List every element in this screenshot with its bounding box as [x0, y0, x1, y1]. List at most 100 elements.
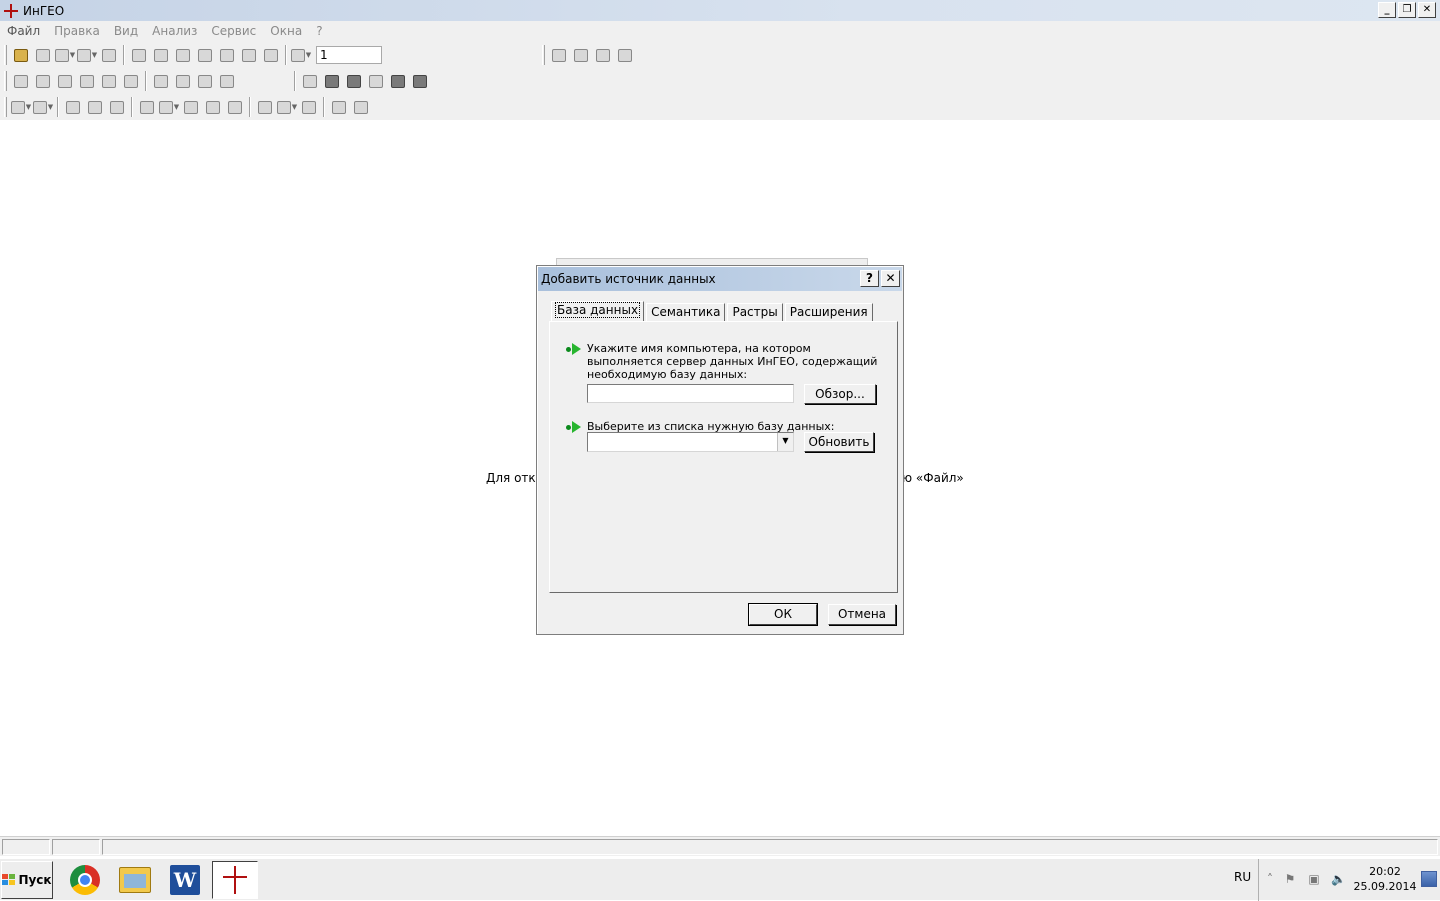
show-desktop-button[interactable] — [1421, 871, 1437, 887]
table-icon[interactable] — [614, 44, 636, 66]
toolbar-edit: ▼ ▼ ▼ ▼ — [0, 94, 372, 120]
windows-flag-icon — [2, 874, 16, 886]
scale-input[interactable]: 1 — [316, 46, 382, 64]
layers-icon[interactable]: ▼ — [54, 44, 76, 66]
cancel-button[interactable]: Отмена — [828, 604, 896, 625]
green-arrow-icon — [566, 343, 582, 355]
edit-split-icon[interactable] — [136, 96, 158, 118]
minimize-button[interactable]: _ — [1378, 2, 1396, 18]
zoom-in-icon[interactable] — [194, 44, 216, 66]
network-icon[interactable]: ▣ — [1307, 872, 1321, 886]
explorer-taskbar-button[interactable] — [112, 861, 158, 899]
clock-time: 20:02 — [1369, 865, 1401, 878]
zoom-previous-icon[interactable] — [260, 44, 282, 66]
dialog-help-button[interactable]: ? — [860, 270, 879, 287]
database-select[interactable]: ▼ — [587, 432, 794, 452]
report-icon[interactable] — [298, 96, 320, 118]
save-icon[interactable] — [32, 44, 54, 66]
dialog-tabs: База данных Семантика Растры Расширения — [551, 301, 875, 322]
dialog-title-bar: Добавить источник данных ? ✕ — [538, 267, 902, 291]
chevron-up-icon[interactable]: ˄ — [1263, 872, 1277, 886]
new-shape-icon[interactable]: ▼ — [32, 96, 54, 118]
add-datasource-dialog: Добавить источник данных ? ✕ База данных… — [536, 265, 904, 635]
filter-objects-icon[interactable] — [592, 44, 614, 66]
open-icon[interactable] — [10, 44, 32, 66]
exclude-icon[interactable] — [387, 70, 409, 92]
taskbar: Пуск W RU ˄ ⚑ ▣ 🔈 20:02 25.09.2014 — [0, 858, 1440, 901]
edit-vertex-icon[interactable] — [62, 96, 84, 118]
edit-delete-icon[interactable] — [106, 96, 128, 118]
select-clear-icon[interactable] — [194, 70, 216, 92]
close-button[interactable]: ✕ — [1418, 2, 1436, 18]
select-frame-icon[interactable] — [128, 44, 150, 66]
edit-join-icon[interactable] — [224, 96, 246, 118]
tab-panel-database: Укажите имя компьютера, на котором выпол… — [549, 321, 898, 593]
select-polygon-icon[interactable] — [98, 70, 120, 92]
pan-hand-icon[interactable] — [150, 44, 172, 66]
intersect-icon[interactable] — [343, 70, 365, 92]
zoom-extent-icon[interactable] — [238, 44, 260, 66]
window-title: ИнГЕО — [23, 3, 65, 18]
union-icon[interactable] — [321, 70, 343, 92]
menu-service[interactable]: Сервис — [211, 24, 256, 38]
attributes-icon[interactable]: ▼ — [276, 96, 298, 118]
menu-file[interactable]: Файл — [7, 24, 40, 38]
pointer-icon[interactable] — [10, 70, 32, 92]
browse-button[interactable]: Обзор... — [804, 384, 876, 404]
semantics-icon[interactable] — [254, 96, 276, 118]
new-object-icon[interactable]: ▼ — [10, 96, 32, 118]
menu-analysis[interactable]: Анализ — [152, 24, 197, 38]
word-taskbar-button[interactable]: W — [162, 861, 208, 899]
tab-database[interactable]: База данных — [551, 301, 645, 322]
title-bar: ИнГЕО _ ❐ ✕ — [0, 0, 1440, 21]
split-icon[interactable] — [409, 70, 431, 92]
tab-rasters[interactable]: Растры — [727, 303, 783, 322]
select-rectangle-icon[interactable] — [54, 70, 76, 92]
toolbar-select — [0, 68, 431, 94]
delete-objects-icon[interactable] — [570, 44, 592, 66]
volume-icon[interactable]: 🔈 — [1331, 872, 1346, 886]
restore-button[interactable]: ❐ — [1398, 2, 1416, 18]
ok-button[interactable]: ОК — [748, 603, 818, 626]
dialog-close-button[interactable]: ✕ — [881, 270, 900, 287]
find-icon[interactable]: ▼ — [76, 44, 98, 66]
chevron-down-icon[interactable]: ▼ — [777, 433, 793, 451]
language-indicator[interactable]: RU — [1234, 870, 1251, 884]
zoom-window-icon[interactable] — [172, 44, 194, 66]
select-all-icon[interactable] — [150, 70, 172, 92]
tab-extensions[interactable]: Расширения — [784, 303, 873, 322]
refresh-button[interactable]: Обновить — [804, 432, 874, 452]
undo-icon[interactable] — [328, 96, 350, 118]
ingeo-icon — [223, 866, 247, 894]
edit-draw-icon[interactable]: ▼ — [158, 96, 180, 118]
chrome-taskbar-button[interactable] — [62, 861, 108, 899]
menu-view[interactable]: Вид — [114, 24, 138, 38]
select-filter-icon[interactable] — [216, 70, 238, 92]
zoom-out-icon[interactable] — [216, 44, 238, 66]
flag-icon[interactable]: ⚑ — [1283, 872, 1297, 886]
menu-help[interactable]: ? — [316, 24, 322, 38]
clock[interactable]: 20:02 25.09.2014 — [1352, 864, 1418, 894]
eraser-icon[interactable] — [98, 44, 120, 66]
menu-edit[interactable]: Правка — [54, 24, 100, 38]
menu-windows[interactable]: Окна — [270, 24, 302, 38]
select-circle-icon[interactable] — [76, 70, 98, 92]
server-name-input[interactable] — [587, 384, 794, 403]
select-invert-icon[interactable] — [172, 70, 194, 92]
green-arrow-icon — [566, 421, 582, 433]
subtract-icon[interactable] — [365, 70, 387, 92]
select-line-icon[interactable] — [120, 70, 142, 92]
ingeo-taskbar-button[interactable] — [212, 861, 258, 899]
menu-bar: Файл Правка Вид Анализ Сервис Окна ? — [0, 21, 1440, 41]
tab-semantics[interactable]: Семантика — [646, 303, 726, 322]
bring-front-icon[interactable] — [299, 70, 321, 92]
pointer-edit-icon[interactable] — [32, 70, 54, 92]
edit-merge-icon[interactable] — [180, 96, 202, 118]
start-button[interactable]: Пуск — [1, 861, 53, 899]
edit-cut-icon[interactable] — [202, 96, 224, 118]
scale-icon[interactable]: ▼ — [290, 44, 312, 66]
copy-objects-icon[interactable] — [548, 44, 570, 66]
toolbar-table — [538, 42, 636, 68]
edit-move-icon[interactable] — [84, 96, 106, 118]
context-help-icon[interactable] — [350, 96, 372, 118]
